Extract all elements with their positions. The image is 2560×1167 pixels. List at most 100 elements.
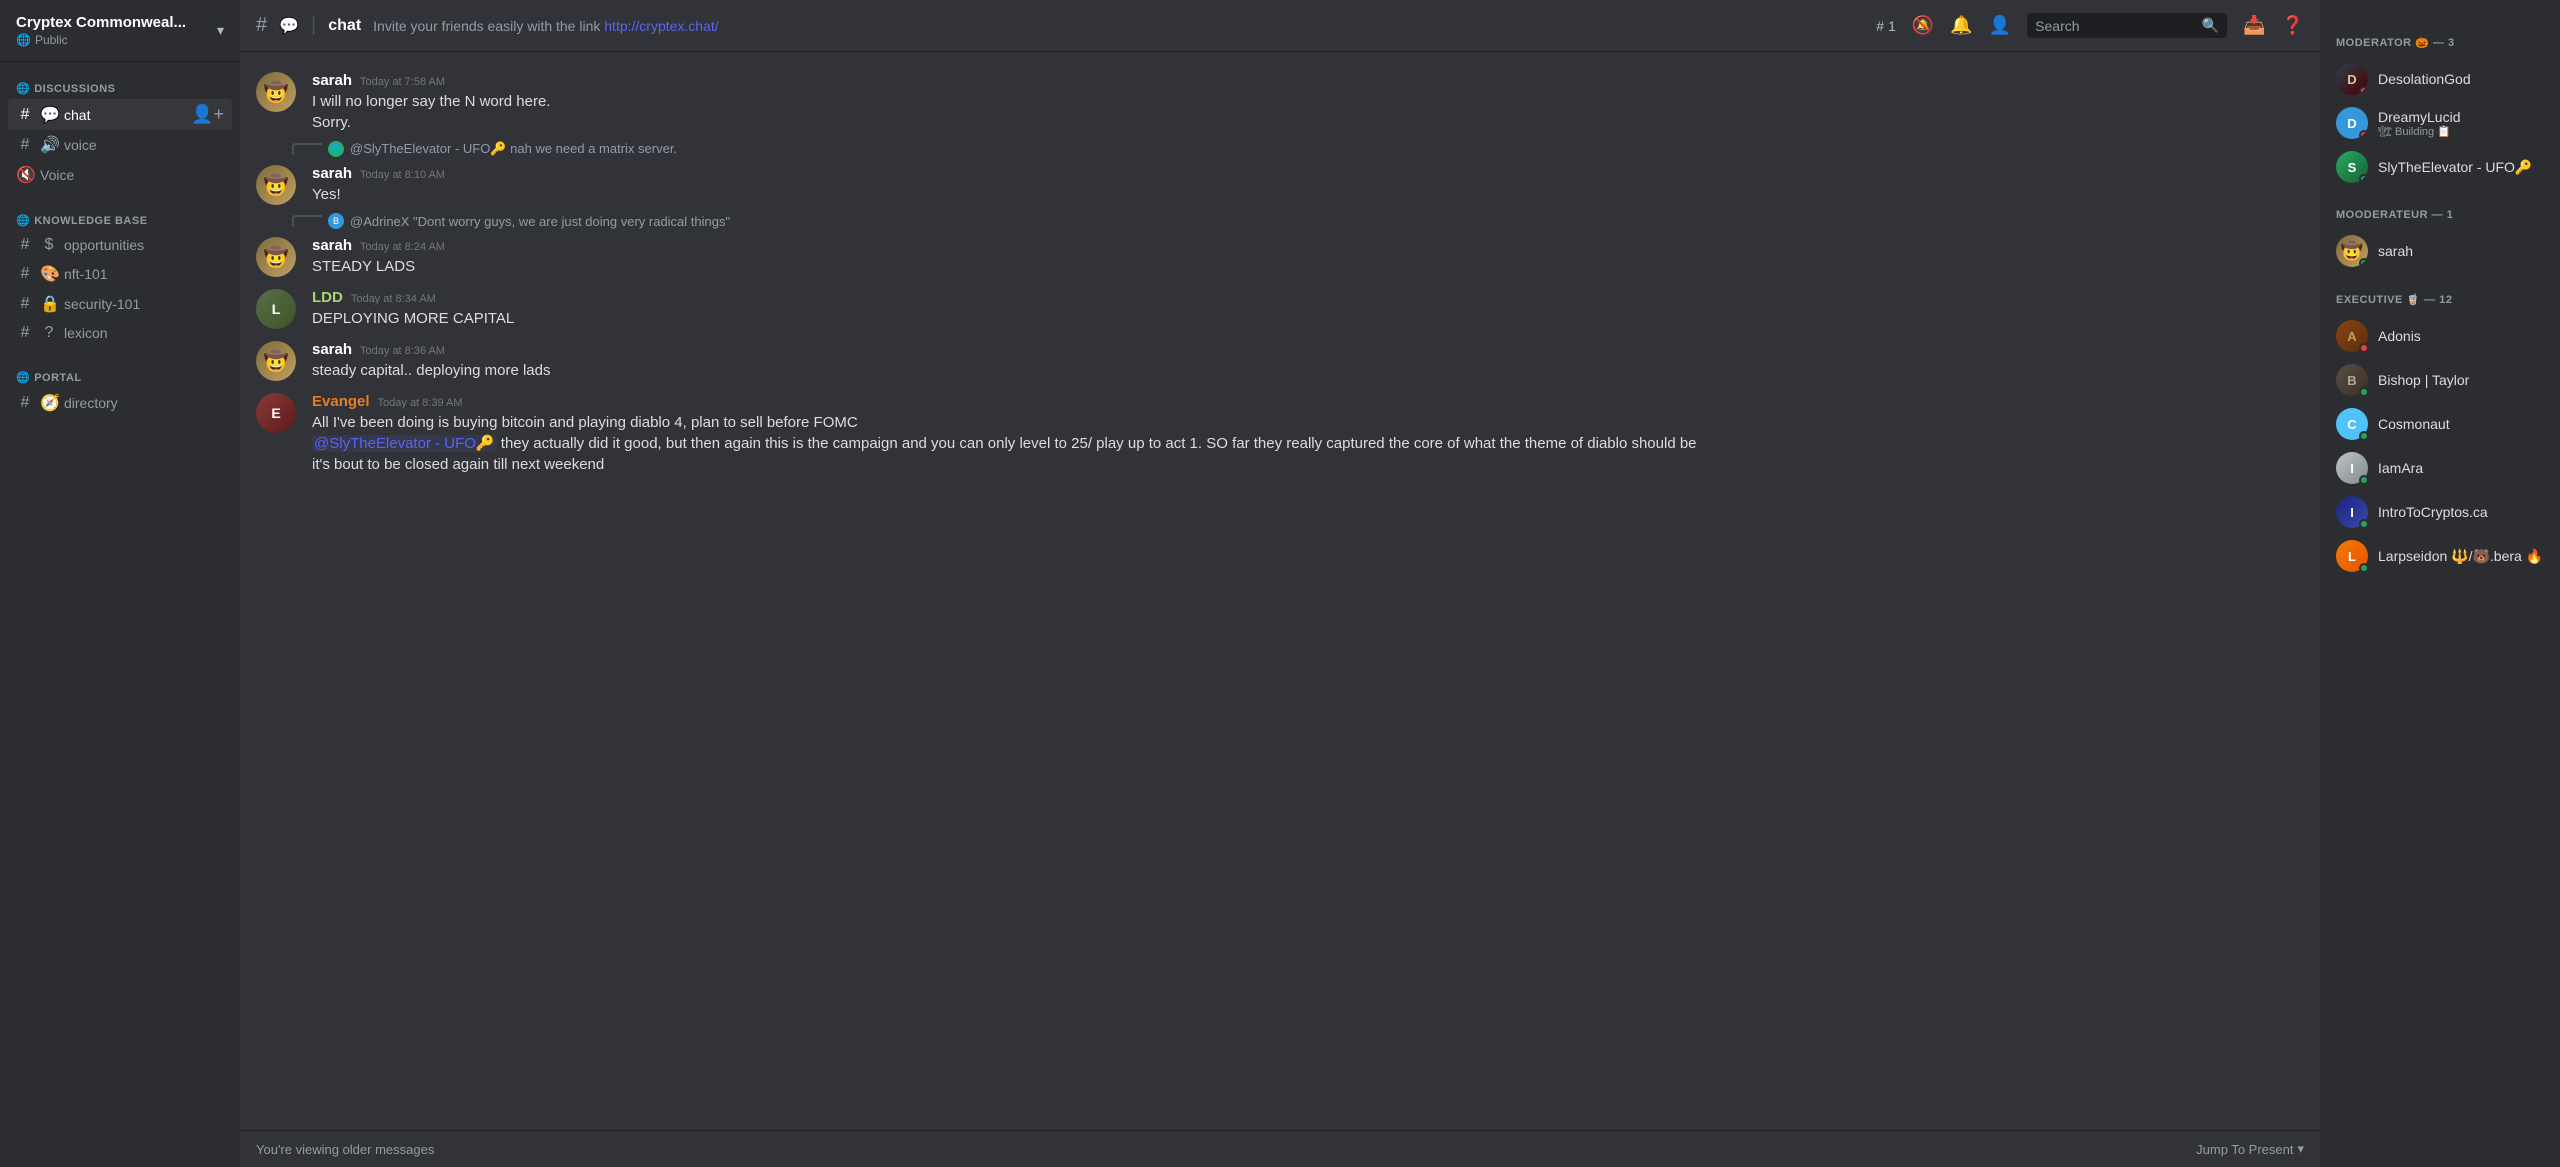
lock-icon: 🔒 <box>40 294 58 314</box>
member-desolationgod[interactable]: D DesolationGod <box>2328 57 2552 101</box>
channel-nft-101[interactable]: # 🎨 nft-101 <box>8 259 232 289</box>
member-info: DreamyLucid 🏗 Building 📋 <box>2378 109 2460 138</box>
channel-voice[interactable]: 🔇 Voice <box>8 160 232 190</box>
mooderateur-section-title: MOODERATEUR — 1 <box>2328 205 2552 225</box>
hash-icon-lex: # <box>16 324 34 342</box>
section-knowledge-base[interactable]: 🌐 KNOWLEDGE BASE <box>8 210 232 231</box>
dollar-icon: $ <box>40 236 58 254</box>
avatar: 🤠 <box>256 341 296 381</box>
status-indicator <box>2359 475 2369 485</box>
reply-avatar: 🌐 <box>328 141 344 157</box>
channel-directory[interactable]: # 🧭 directory <box>8 388 232 418</box>
member-avatar: I <box>2336 452 2368 484</box>
member-info: IntroToCryptos.ca <box>2378 504 2488 520</box>
reply-block-2: B @AdrineX "Dont worry guys, we are just… <box>240 213 2320 281</box>
jump-to-present-button[interactable]: Jump To Present ▾ <box>2196 1141 2304 1157</box>
message-author: LDD <box>312 289 343 306</box>
hash-icon-opp: # <box>16 236 34 254</box>
help-icon[interactable]: ❓ <box>2282 15 2304 36</box>
member-name: SlyTheElevator - UFO🔑 <box>2378 159 2532 176</box>
member-iamara[interactable]: I IamAra <box>2328 446 2552 490</box>
message-author: sarah <box>312 341 352 358</box>
mute-icon[interactable]: 🔕 <box>1912 15 1934 36</box>
members-icon[interactable]: 👤 <box>1989 15 2011 36</box>
member-sarah[interactable]: 🤠 sarah <box>2328 229 2552 273</box>
message-time: Today at 7:58 AM <box>360 76 445 88</box>
inbox-icon[interactable]: 📥 <box>2243 15 2265 36</box>
message-group-evangel: E Evangel Today at 8:39 AM All I've been… <box>240 389 2320 479</box>
message-header: LDD Today at 8:34 AM <box>312 289 2304 306</box>
member-slytheelevator[interactable]: S SlyTheElevator - UFO🔑 <box>2328 145 2552 189</box>
threads-button[interactable]: # 1 <box>1876 18 1896 34</box>
mooderateur-section: MOODERATEUR — 1 🤠 sarah <box>2328 205 2552 273</box>
avatar: 🤠 <box>256 72 296 112</box>
message-time: Today at 8:10 AM <box>360 169 445 181</box>
reply-preview-2: B @AdrineX "Dont worry guys, we are just… <box>240 213 2320 229</box>
member-bishop-taylor[interactable]: B Bishop | Taylor <box>2328 358 2552 402</box>
voice-emoji-icon: 🔊 <box>40 135 58 155</box>
member-info: Adonis <box>2378 328 2421 344</box>
status-indicator <box>2359 130 2368 139</box>
member-dreamylucid[interactable]: D DreamyLucid 🏗 Building 📋 <box>2328 101 2552 145</box>
jump-chevron-icon: ▾ <box>2297 1141 2304 1157</box>
channel-security-label: security-101 <box>64 296 140 312</box>
member-info: Larpseidon 🔱/🐻.bera 🔥 <box>2378 548 2543 565</box>
message-header: Evangel Today at 8:39 AM <box>312 393 2304 410</box>
mention-sly[interactable]: @SlyTheElevator - UFO🔑 <box>312 435 497 452</box>
reply-text-2: @AdrineX "Dont worry guys, we are just d… <box>350 214 730 229</box>
message-author: sarah <box>312 165 352 182</box>
member-adonis[interactable]: A Adonis <box>2328 314 2552 358</box>
message-group-3: 🤠 sarah Today at 8:24 AM STEADY LADS <box>240 233 2320 281</box>
channel-lexicon[interactable]: # ? lexicon <box>8 319 232 347</box>
member-avatar: A <box>2336 320 2368 352</box>
status-indicator <box>2359 343 2369 353</box>
older-messages-bar: You're viewing older messages Jump To Pr… <box>240 1130 2320 1167</box>
member-info: Cosmonaut <box>2378 416 2450 432</box>
topbar: # 💬 | chat Invite your friends easily wi… <box>240 0 2320 52</box>
topbar-bubble-icon: 💬 <box>279 16 299 36</box>
status-indicator <box>2359 431 2369 441</box>
topbar-actions: # 1 🔕 🔔 👤 Search 🔍 📥 ❓ <box>1876 13 2304 38</box>
channel-security-101[interactable]: # 🔒 security-101 <box>8 289 232 319</box>
member-introtocryptos[interactable]: I IntroToCryptos.ca <box>2328 490 2552 534</box>
topbar-invite-link[interactable]: http://cryptex.chat/ <box>604 18 718 34</box>
channel-voice-label: voice <box>64 137 97 153</box>
hash-icon-nft: # <box>16 265 34 283</box>
channel-chat[interactable]: # 💬 chat 👤+ <box>8 99 232 130</box>
member-avatar: C <box>2336 408 2368 440</box>
channel-section-knowledge: 🌐 KNOWLEDGE BASE # $ opportunities # 🎨 n… <box>0 194 240 351</box>
member-name: IntroToCryptos.ca <box>2378 504 2488 520</box>
notification-icon[interactable]: 🔔 <box>1950 15 1972 36</box>
channel-opportunities[interactable]: # $ opportunities <box>8 231 232 259</box>
add-member-icon[interactable]: 👤+ <box>191 104 224 125</box>
section-discussions[interactable]: 🌐 DISCUSSIONS <box>8 78 232 99</box>
server-header[interactable]: Cryptex Commonweal... 🌐 Public ▾ <box>0 0 240 62</box>
message-time: Today at 8:24 AM <box>360 241 445 253</box>
members-sidebar: MODERATOR 🎃 — 3 D DesolationGod D Dreamy… <box>2320 0 2560 1167</box>
message-text-2: Sorry. <box>312 112 2304 133</box>
member-cosmonaut[interactable]: C Cosmonaut <box>2328 402 2552 446</box>
search-box[interactable]: Search 🔍 <box>2027 13 2227 38</box>
palette-icon: 🎨 <box>40 264 58 284</box>
search-icon: 🔍 <box>2202 17 2219 34</box>
hash-icon-sec: # <box>16 295 34 313</box>
channel-voice-text[interactable]: # 🔊 voice <box>8 130 232 160</box>
channel-opportunities-label: opportunities <box>64 237 144 253</box>
chat-bubble-icon: 💬 <box>40 105 58 125</box>
message-group: 🤠 sarah Today at 8:10 AM Yes! <box>240 161 2320 209</box>
executive-section: EXECUTIVE 🧋 — 12 A Adonis B Bishop | Tay… <box>2328 289 2552 578</box>
member-name: sarah <box>2378 243 2413 259</box>
member-name: IamAra <box>2378 460 2423 476</box>
message-header: sarah Today at 7:58 AM <box>312 72 2304 89</box>
section-portal[interactable]: 🌐 PORTAL <box>8 367 232 388</box>
reply-text: @SlyTheElevator - UFO🔑 nah we need a mat… <box>350 141 677 157</box>
message-group-ldd: L LDD Today at 8:34 AM DEPLOYING MORE CA… <box>240 285 2320 333</box>
message-content: sarah Today at 7:58 AM I will no longer … <box>312 72 2304 133</box>
member-larpseidon[interactable]: L Larpseidon 🔱/🐻.bera 🔥 <box>2328 534 2552 578</box>
member-name: Adonis <box>2378 328 2421 344</box>
message-author: sarah <box>312 72 352 89</box>
member-name: DesolationGod <box>2378 71 2471 87</box>
member-avatar: L <box>2336 540 2368 572</box>
message-time: Today at 8:34 AM <box>351 293 436 305</box>
discussions-globe-icon: 🌐 <box>16 82 30 95</box>
